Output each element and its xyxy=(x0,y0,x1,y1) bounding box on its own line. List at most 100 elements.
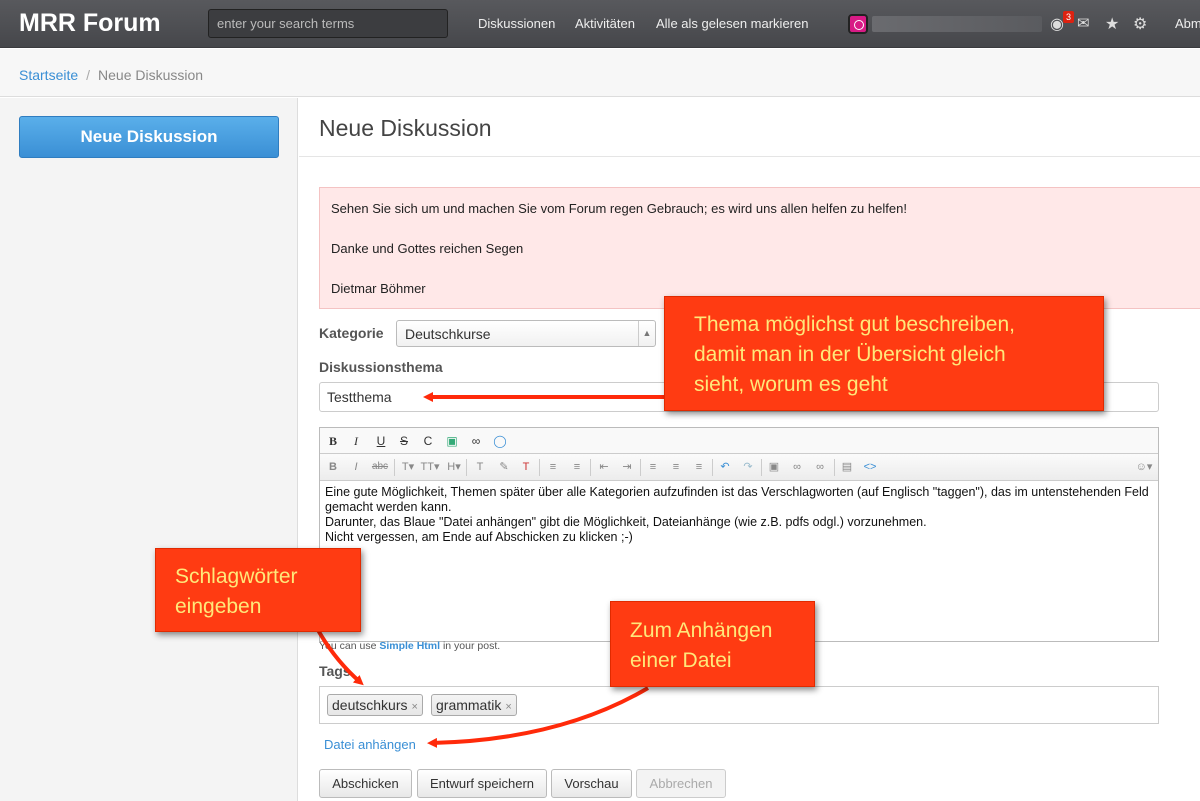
notice-line: Dietmar Böhmer xyxy=(331,281,426,296)
indent-icon[interactable]: ⇥ xyxy=(617,458,637,476)
italic-icon[interactable]: I xyxy=(346,458,366,476)
tags-label: Tags xyxy=(319,663,351,679)
mail-icon[interactable]: ✉ xyxy=(1077,14,1090,32)
top-navbar: MRR Forum Diskussionen Aktivitäten Alle … xyxy=(0,0,1200,48)
notice-line: Danke und Gottes reichen Segen xyxy=(331,241,524,256)
category-label: Kategorie xyxy=(319,325,384,341)
callout-line: Thema möglichst gut beschreiben, xyxy=(694,313,1015,336)
italic-icon[interactable]: I xyxy=(346,432,366,450)
link-icon[interactable]: ∞ xyxy=(466,432,486,450)
search-input[interactable] xyxy=(208,9,448,38)
editor-line: Eine gute Möglichkeit, Themen später übe… xyxy=(325,485,1149,514)
star-icon[interactable]: ★ xyxy=(1105,14,1119,34)
avatar[interactable] xyxy=(848,14,868,34)
tag-label: grammatik xyxy=(436,697,502,713)
callout-line: damit man in der Übersicht gleich xyxy=(694,343,1006,366)
gear-icon[interactable]: ⚙ xyxy=(1133,14,1147,34)
simple-html-link[interactable]: Simple Html xyxy=(379,640,440,652)
attach-file-link[interactable]: Datei anhängen xyxy=(324,737,416,752)
code-icon[interactable]: C xyxy=(418,432,438,450)
callout-attach: Zum Anhängen einer Datei xyxy=(610,601,815,687)
divider xyxy=(640,459,641,476)
callout-line: sieht, worum es geht xyxy=(694,373,888,396)
unlink-icon[interactable]: ∞ xyxy=(810,458,830,476)
align-right-icon[interactable]: ≡ xyxy=(689,458,709,476)
underline-icon[interactable]: U xyxy=(371,432,391,450)
breadcrumb: Startseite / Neue Diskussion xyxy=(0,49,1200,97)
nav-activities[interactable]: Aktivitäten xyxy=(575,16,635,31)
callout-line: Zum Anhängen xyxy=(630,619,773,642)
new-discussion-button[interactable]: Neue Diskussion xyxy=(19,116,279,158)
outdent-icon[interactable]: ⇤ xyxy=(594,458,614,476)
numbered-list-icon[interactable]: ≡ xyxy=(567,458,587,476)
divider xyxy=(394,459,395,476)
font-size-icon[interactable]: T▾ xyxy=(398,458,418,476)
globe-notifications-icon[interactable]: ◉ xyxy=(1050,14,1064,34)
paste-icon[interactable]: ▤ xyxy=(837,458,857,476)
forum-notice: Sehen Sie sich um und machen Sie vom For… xyxy=(319,187,1200,309)
editor-line: Nicht vergessen, am Ende auf Abschicken … xyxy=(325,530,633,544)
strikethrough-icon[interactable]: abc xyxy=(370,458,390,476)
bold-icon[interactable]: B xyxy=(323,458,343,476)
breadcrumb-separator: / xyxy=(86,67,91,83)
html-hint: You can use Simple Html in your post. xyxy=(319,640,500,652)
brand-logo[interactable]: MRR Forum xyxy=(19,9,161,38)
heading-icon[interactable]: H▾ xyxy=(444,458,464,476)
clear-format-icon[interactable]: T xyxy=(516,458,536,476)
callout-line: eingeben xyxy=(175,595,262,618)
tag-chip: grammatik × xyxy=(431,694,517,716)
callout-line: Schlagwörter xyxy=(175,565,298,588)
chevron-down-icon: ▲︎ xyxy=(638,321,655,346)
insert-link-icon[interactable]: ∞ xyxy=(787,458,807,476)
save-draft-button[interactable]: Entwurf speichern xyxy=(417,769,547,798)
notice-line: Sehen Sie sich um und machen Sie vom For… xyxy=(331,201,907,216)
topic-label: Diskussionsthema xyxy=(319,359,443,375)
category-select[interactable]: Deutschkurse ▲︎ xyxy=(396,320,656,347)
category-selected-value: Deutschkurse xyxy=(405,326,491,342)
notification-badge: 3 xyxy=(1063,11,1075,23)
signout-link[interactable]: Abm xyxy=(1175,16,1200,31)
undo-icon[interactable]: ↶ xyxy=(715,458,735,476)
insert-image-icon[interactable]: ▣ xyxy=(764,458,784,476)
align-left-icon[interactable]: ≡ xyxy=(643,458,663,476)
image-icon[interactable]: ▣ xyxy=(442,432,462,450)
divider xyxy=(590,459,591,476)
editor-toolbar-simple: B I U S C ▣ ∞ ◯ xyxy=(320,428,1158,454)
callout-line: einer Datei xyxy=(630,649,732,672)
redo-icon[interactable]: ↷ xyxy=(738,458,758,476)
divider xyxy=(761,459,762,476)
hint-suffix: in your post. xyxy=(442,640,501,652)
callout-topic: Thema möglichst gut beschreiben, damit m… xyxy=(664,296,1104,411)
preview-button[interactable]: Vorschau xyxy=(551,769,632,798)
hint-prefix: You can use xyxy=(319,640,377,652)
editor-line: Darunter, das Blaue "Datei anhängen" gib… xyxy=(325,515,927,529)
nav-mark-all-read[interactable]: Alle als gelesen markieren xyxy=(656,16,808,31)
bold-icon[interactable]: B xyxy=(323,432,343,450)
text-style-icon[interactable]: TT▾ xyxy=(420,458,440,476)
breadcrumb-current: Neue Diskussion xyxy=(98,67,204,83)
remove-tag-icon[interactable]: × xyxy=(411,701,417,713)
highlight-icon[interactable]: ✎ xyxy=(494,458,514,476)
align-center-icon[interactable]: ≡ xyxy=(666,458,686,476)
bullet-list-icon[interactable]: ≡ xyxy=(543,458,563,476)
nav-discussions[interactable]: Diskussionen xyxy=(478,16,555,31)
html-source-icon[interactable]: <> xyxy=(860,458,880,476)
breadcrumb-home[interactable]: Startseite xyxy=(19,67,78,83)
strikethrough-icon[interactable]: S xyxy=(394,432,414,450)
page-title: Neue Diskussion xyxy=(319,115,492,141)
submit-button[interactable]: Abschicken xyxy=(319,769,412,798)
divider xyxy=(466,459,467,476)
remove-tag-icon[interactable]: × xyxy=(505,701,511,713)
tags-input[interactable]: deutschkurs × grammatik × xyxy=(319,686,1159,724)
username-redacted[interactable] xyxy=(872,16,1042,32)
sidebar: Neue Diskussion xyxy=(0,98,298,801)
editor-content[interactable]: Eine gute Möglichkeit, Themen später übe… xyxy=(320,481,1158,549)
emoji-icon[interactable]: ☺▾ xyxy=(1132,458,1156,476)
tag-chip: deutschkurs × xyxy=(327,694,423,716)
editor-toolbar-advanced: B I abc T▾ TT▾ H▾ T ✎ T ≡ ≡ ⇤ ⇥ ≡ ≡ ≡ ↶ … xyxy=(320,454,1158,481)
tag-label: deutschkurs xyxy=(332,697,408,713)
divider xyxy=(539,459,540,476)
font-color-icon[interactable]: T xyxy=(470,458,490,476)
quote-icon[interactable]: ◯ xyxy=(490,432,510,450)
divider xyxy=(299,156,1200,157)
